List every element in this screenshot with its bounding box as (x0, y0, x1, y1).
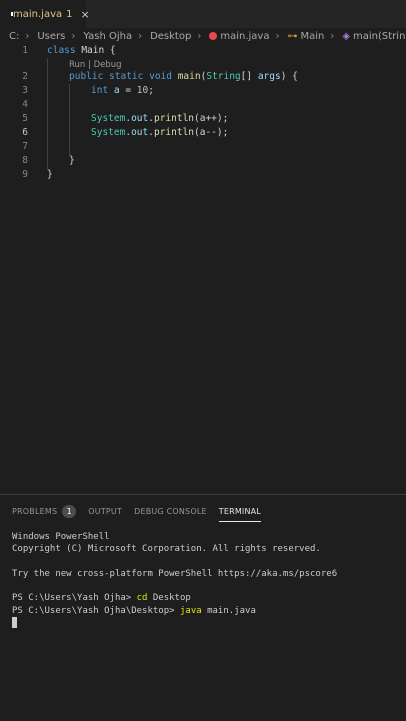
terminal-command: cd (136, 593, 148, 604)
breadcrumb-class[interactable]: ⊶ Main (287, 31, 324, 42)
code-token: Main { (75, 45, 116, 56)
code-token: (a++); (194, 113, 229, 124)
tab-main-java[interactable]: main.java 1 × (0, 0, 90, 28)
tab-problem-count: 1 (66, 8, 73, 20)
terminal-line: Windows PowerShell (12, 532, 110, 542)
problems-badge: 1 (62, 505, 77, 518)
editor-tab-bar: main.java 1 × (0, 0, 406, 28)
code-token: void (143, 71, 172, 82)
chevron-right-icon: › (138, 30, 143, 42)
code-token: ; (148, 85, 154, 96)
terminal-output[interactable]: Windows PowerShell Copyright (C) Microso… (12, 531, 402, 629)
tab-problems[interactable]: PROBLEMS 1 (12, 504, 77, 520)
chevron-right-icon: › (197, 30, 202, 42)
code-line: 9 } (0, 168, 406, 182)
breadcrumb-file-label: main.java (220, 30, 270, 42)
terminal-line: Try the new cross-platform PowerShell ht… (12, 568, 338, 579)
code-token: a (108, 85, 120, 96)
terminal-prompt: PS C:\Users\Yash Ojha\Desktop> (12, 605, 180, 616)
breadcrumb-user[interactable]: Yash Ojha (83, 31, 132, 42)
code-token: public (69, 71, 104, 82)
line-number: 2 (22, 71, 28, 82)
tab-terminal[interactable]: TERMINAL (218, 504, 262, 522)
breadcrumb-drive[interactable]: C: (9, 31, 19, 42)
class-icon: ⊶ (287, 30, 298, 42)
line-number: 4 (22, 99, 28, 110)
terminal-cursor (12, 617, 17, 629)
code-token: } (47, 169, 53, 180)
code-line: 3 int a = 10; (0, 84, 406, 98)
code-token: = (119, 85, 137, 96)
code-token: println (153, 127, 195, 138)
code-token: System (91, 127, 126, 138)
error-icon (209, 31, 218, 40)
line-number: 7 (22, 141, 28, 152)
code-editor[interactable]: Run | Debug 1 class Main { 2 public stat… (0, 44, 406, 494)
code-token: out (131, 113, 149, 124)
tab-output[interactable]: OUTPUT (88, 504, 122, 520)
breadcrumb-class-label: Main (300, 30, 325, 42)
code-token: println (153, 113, 195, 124)
terminal-argument: Desktop (147, 593, 191, 604)
tab-label: main.java (13, 8, 63, 20)
terminal-prompt: PS C:\Users\Yash Ojha> (12, 593, 137, 604)
breadcrumb-method-label: main(String[]) (353, 30, 406, 42)
line-number: 1 (22, 45, 28, 56)
code-line: 2 public static void main(String[] args)… (0, 70, 406, 84)
terminal-command: java (179, 605, 202, 616)
code-token: [] (240, 71, 258, 82)
code-token: args (257, 71, 281, 82)
bottom-panel: PROBLEMS 1 OUTPUT DEBUG CONSOLE TERMINAL … (0, 494, 406, 721)
code-line: 4 (0, 98, 406, 112)
tab-problems-label: PROBLEMS (12, 507, 58, 516)
line-number: 6 (22, 127, 28, 138)
code-token: int (91, 85, 109, 96)
method-icon: ◈ (342, 30, 351, 42)
terminal-argument: main.java (201, 605, 256, 616)
chevron-right-icon: › (275, 30, 280, 42)
code-token: String (206, 71, 241, 82)
code-token: out (131, 127, 149, 138)
chevron-right-icon: › (330, 30, 335, 42)
panel-tabs: PROBLEMS 1 OUTPUT DEBUG CONSOLE TERMINAL (0, 504, 262, 522)
code-line: 8 } (0, 154, 406, 168)
code-line: 1 class Main { (0, 44, 406, 58)
terminal-line: PS C:\Users\Yash Ojha\Desktop> java main… (12, 605, 402, 617)
code-token: 10 (136, 85, 149, 96)
tab-debug-console[interactable]: DEBUG CONSOLE (134, 504, 207, 520)
close-icon[interactable]: × (81, 8, 90, 21)
code-line: 6 System.out.println(a--); (0, 126, 406, 140)
code-token: ) { (280, 71, 298, 82)
line-number: 5 (22, 113, 28, 124)
terminal-line: Copyright (C) Microsoft Corporation. All… (12, 544, 321, 555)
code-line: 5 System.out.println(a++); (0, 112, 406, 126)
line-number: 9 (22, 169, 28, 180)
terminal-line (12, 617, 402, 629)
code-token: (a--); (194, 127, 229, 138)
terminal-line: PS C:\Users\Yash Ojha> cd Desktop (12, 592, 402, 604)
code-token: main (171, 71, 201, 82)
breadcrumb-folder[interactable]: Desktop (150, 31, 191, 42)
breadcrumb-users[interactable]: Users (37, 31, 65, 42)
line-number: 3 (22, 85, 28, 96)
line-number: 8 (22, 155, 28, 166)
code-line: 7 (0, 140, 406, 154)
chevron-right-icon: › (25, 30, 30, 42)
code-token: static (103, 71, 144, 82)
chevron-right-icon: › (71, 30, 76, 42)
code-token: class (47, 45, 76, 56)
breadcrumb-file[interactable]: main.java (209, 31, 269, 42)
code-token: } (69, 155, 75, 166)
breadcrumb: C: › Users › Yash Ojha › Desktop › main.… (0, 28, 406, 44)
code-token: System (91, 113, 126, 124)
breadcrumb-method[interactable]: ◈main(String[]) (342, 31, 406, 42)
